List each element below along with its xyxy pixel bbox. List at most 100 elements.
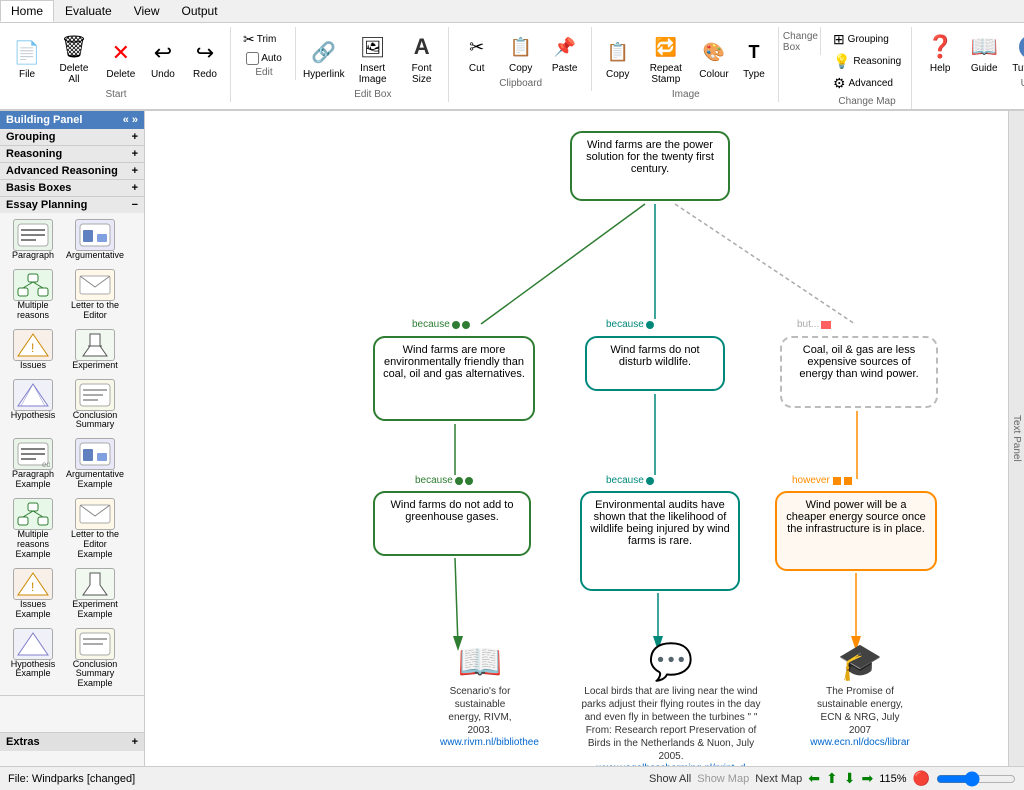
svg-text:eg: eg [42, 460, 50, 467]
book-icon: 📖 [440, 641, 520, 683]
file-status: File: Windparks [changed] [8, 773, 135, 785]
graduation-icon: 🎓 [810, 641, 910, 683]
font-size-button[interactable]: A Font Size [402, 29, 442, 87]
zoom-out-icon[interactable]: 🔴 [913, 770, 930, 787]
sidebar-item-multiple-reasons-example[interactable]: Multiple reasons Example [4, 496, 62, 562]
file-button[interactable]: 📄 File [8, 35, 46, 82]
reasoning-button[interactable]: 💡Reasoning [829, 51, 905, 72]
extras-label: Extras [6, 736, 40, 748]
sidebar-item-argumentative-example[interactable]: Argumentative Example [66, 436, 124, 492]
sidebar-item-conclusion-summary[interactable]: Conclusion Summary [66, 377, 124, 433]
nav-right-icon[interactable]: ➡ [862, 770, 874, 787]
insert-image-button[interactable]: 🖼 Insert Image [348, 29, 398, 87]
show-map-btn[interactable]: Show Map [697, 773, 749, 785]
source3-link[interactable]: www.ecn.nl/docs/librar [810, 737, 910, 748]
source2-extra: From: Research report Preservation of Bi… [581, 724, 761, 763]
sidebar-item-experiment[interactable]: Experiment [66, 327, 124, 373]
node-root[interactable]: Wind farms are the power solution for th… [570, 131, 730, 201]
tutorials-button[interactable]: i Tutorials [1008, 29, 1024, 76]
node-greenhouse[interactable]: Wind farms do not add to greenhouse gase… [373, 491, 531, 556]
tab-home[interactable]: Home [0, 0, 54, 22]
sidebar-section-basis-boxes: Basis Boxes + [0, 180, 144, 197]
tab-evaluate[interactable]: Evaluate [54, 0, 123, 22]
sidebar-item-conclusion-summary-example[interactable]: Conclusion Summary Example [66, 626, 124, 692]
nav-up-icon[interactable]: ⬆ [826, 770, 838, 787]
grouping-button[interactable]: ⊞Grouping [829, 29, 893, 50]
nav-left-icon[interactable]: ⬅ [808, 770, 820, 787]
because-label-1: because [410, 319, 472, 330]
guide-button[interactable]: 📖 Guide [964, 29, 1004, 76]
advanced-button[interactable]: ⚙Advanced [829, 73, 897, 94]
delete-button[interactable]: ✕ Delete [102, 35, 140, 82]
ribbon-group-change-map: ⊞Grouping 💡Reasoning ⚙Advanced Change Ma… [823, 27, 912, 109]
right-panel-label: Text Panel [1011, 415, 1022, 462]
tab-view[interactable]: View [123, 0, 171, 22]
source-book-icon[interactable]: 📖 Scenario's for sustainable energy, RIV… [440, 641, 520, 748]
nav-down-icon[interactable]: ⬇ [844, 770, 856, 787]
sidebar-item-paragraph[interactable]: Paragraph [4, 217, 62, 263]
node-wind-farms-wildlife[interactable]: Wind farms do not disturb wildlife. [585, 336, 725, 391]
sidebar-item-paragraph-example[interactable]: eg Paragraph Example [4, 436, 62, 492]
source2-link[interactable]: www.vogelbescherming.nl/print_d [581, 763, 761, 766]
ribbon-group-explore: ❓ Help 📖 Guide i Tutorials 📚 E-book 👤 Pr… [914, 27, 1024, 91]
sidebar-item-argumentative[interactable]: Argumentative [66, 217, 124, 263]
canvas[interactable]: Wind farms are the power solution for th… [145, 111, 1008, 766]
node-environmental-audits[interactable]: Environmental audits have shown that the… [580, 491, 740, 591]
next-map-btn[interactable]: Next Map [755, 773, 802, 785]
essay-planning-header[interactable]: Essay Planning − [0, 197, 144, 213]
zoom-slider[interactable] [936, 771, 1016, 787]
advanced-reasoning-header[interactable]: Advanced Reasoning + [0, 163, 144, 179]
sidebar-header: Building Panel « » [0, 111, 144, 129]
hyperlink-button[interactable]: 🔗 Hyperlink [304, 35, 344, 82]
status-bar: File: Windparks [changed] Show All Show … [0, 766, 1024, 790]
node-wind-farms-env[interactable]: Wind farms are more environmentally frie… [373, 336, 535, 421]
undo-button[interactable]: ↩ Undo [144, 35, 182, 82]
menu-bar: Home Evaluate View Output [0, 0, 1024, 23]
quote-icon: 💬 [581, 641, 761, 683]
type-button[interactable]: T Type [736, 35, 772, 82]
ribbon-group-change-box: Change Box [781, 27, 821, 55]
delete-all-button[interactable]: 🗑 Delete All [50, 29, 98, 87]
cut-button[interactable]: ✂ Cut [457, 29, 497, 76]
because-label-3: because [413, 475, 475, 486]
source2-title: Local birds that are living near the win… [581, 685, 761, 724]
copy-button[interactable]: 📋 Copy [501, 29, 541, 76]
right-panel: Text Panel [1008, 111, 1024, 766]
sidebar-item-issues-example[interactable]: ! Issues Example [4, 566, 62, 622]
ribbon-group-image: 📋 Copy 🔁 Repeat Stamp 🎨 Colour T Type Im… [594, 27, 779, 102]
sidebar-item-hypothesis[interactable]: Hypothesis [4, 377, 62, 433]
paste-button[interactable]: 📌 Paste [545, 29, 585, 76]
sidebar-item-issues[interactable]: ! Issues [4, 327, 62, 373]
node-coal-gas-expensive[interactable]: Coal, oil & gas are less expensive sourc… [780, 336, 938, 408]
reasoning-header[interactable]: Reasoning + [0, 146, 144, 162]
copy-img-button[interactable]: 📋 Copy [600, 35, 636, 82]
ribbon-group-clipboard: ✂ Cut 📋 Copy 📌 Paste Clipboard [451, 27, 592, 91]
ribbon-group-start: 📄 File 🗑 Delete All ✕ Delete ↩ Undo ↪ Re… [2, 27, 231, 102]
source1-title: Scenario's for sustainable energy, RIVM,… [440, 685, 520, 737]
tab-output[interactable]: Output [171, 0, 229, 22]
node-wind-power-cheaper[interactable]: Wind power will be a cheaper energy sour… [775, 491, 937, 571]
sidebar-item-letter-editor-example[interactable]: Letter to the Editor Example [66, 496, 124, 562]
source-grad-icon[interactable]: 🎓 The Promise of sustainable energy, ECN… [810, 641, 910, 748]
extras-expand[interactable]: + [132, 736, 138, 748]
show-all-btn[interactable]: Show All [649, 773, 691, 785]
ribbon-group-edit-box: 🔗 Hyperlink 🖼 Insert Image A Font Size E… [298, 27, 449, 102]
sidebar-item-letter-editor[interactable]: Letter to the Editor [66, 267, 124, 323]
sidebar-section-reasoning: Reasoning + [0, 146, 144, 163]
sidebar-item-multiple-reasons[interactable]: Multiple reasons [4, 267, 62, 323]
colour-button[interactable]: 🎨 Colour [696, 35, 732, 82]
basis-boxes-header[interactable]: Basis Boxes + [0, 180, 144, 196]
grouping-header[interactable]: Grouping + [0, 129, 144, 145]
because-label-2: because [604, 319, 656, 330]
auto-checkbox[interactable] [246, 52, 259, 65]
help-button[interactable]: ❓ Help [920, 29, 960, 76]
source-quote-icon[interactable]: 💬 Local birds that are living near the w… [581, 641, 761, 766]
sidebar-section-grouping: Grouping + [0, 129, 144, 146]
sidebar-item-experiment-example[interactable]: Experiment Example [66, 566, 124, 622]
sidebar-item-hypothesis-example[interactable]: Hypothesis Example [4, 626, 62, 692]
svg-text:!: ! [31, 580, 34, 594]
repeat-stamp-button[interactable]: 🔁 Repeat Stamp [640, 29, 692, 87]
trim-button[interactable]: ✂Trim [239, 29, 289, 50]
source1-link[interactable]: www.rivm.nl/bibliothee [440, 737, 520, 748]
redo-button[interactable]: ↪ Redo [186, 35, 224, 82]
